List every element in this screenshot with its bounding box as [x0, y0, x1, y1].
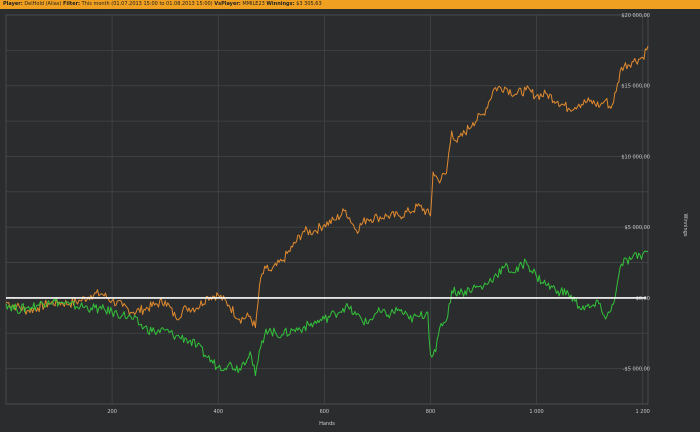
y-tick-label: $20 000,00 [621, 13, 650, 19]
x-tick-label: 200 [107, 409, 117, 415]
filter-label: Filter: [62, 1, 81, 7]
y-tick-label: -$5 000,00 [623, 367, 650, 373]
y-tick-label: $10 000,00 [621, 154, 650, 160]
grid [5, 14, 649, 405]
series-line-1 [5, 45, 649, 329]
x-tick-label: 800 [426, 409, 436, 415]
x-tick-label: 1 200 [636, 409, 650, 415]
x-tick-label: 400 [213, 409, 223, 415]
winnings-value: $3 305,63 [296, 1, 322, 7]
y-tick-label: $5 000,00 [625, 225, 650, 231]
winnings-chart: 200 400 600 800 1 000 1 200 -$5 000,00 $0,00 $5… [5, 13, 688, 427]
x-axis-title: Hands [319, 421, 335, 427]
vsplayer-label: VsPlayer: [214, 1, 241, 7]
player-value: DelHold (Alias) [24, 1, 62, 7]
series-layer [5, 45, 649, 377]
series-line-2 [5, 250, 649, 377]
y-tick-label: $0,00 [636, 296, 650, 302]
plot-border [5, 14, 649, 405]
x-axis-ticks: 200 400 600 800 1 000 1 200 [107, 409, 650, 415]
vsplayer-value: MMILE23 [242, 1, 265, 7]
player-label: Player: [3, 1, 23, 7]
y-tick-label: $15 000,00 [621, 84, 650, 90]
x-tick-label: 1 000 [529, 409, 543, 415]
y-axis-ticks: -$5 000,00 $0,00 $5 000,00 $10 000,00 $15 00… [621, 13, 650, 373]
header-bar: Player: DelHold (Alias) Filter: This mon… [0, 0, 700, 9]
x-tick-label: 600 [320, 409, 330, 415]
winnings-label: Winnings: [266, 1, 295, 7]
y-axis-title: Winnings [682, 214, 688, 237]
filter-value: This month (01.07.2013 15:00 to 01.08.20… [81, 1, 213, 7]
